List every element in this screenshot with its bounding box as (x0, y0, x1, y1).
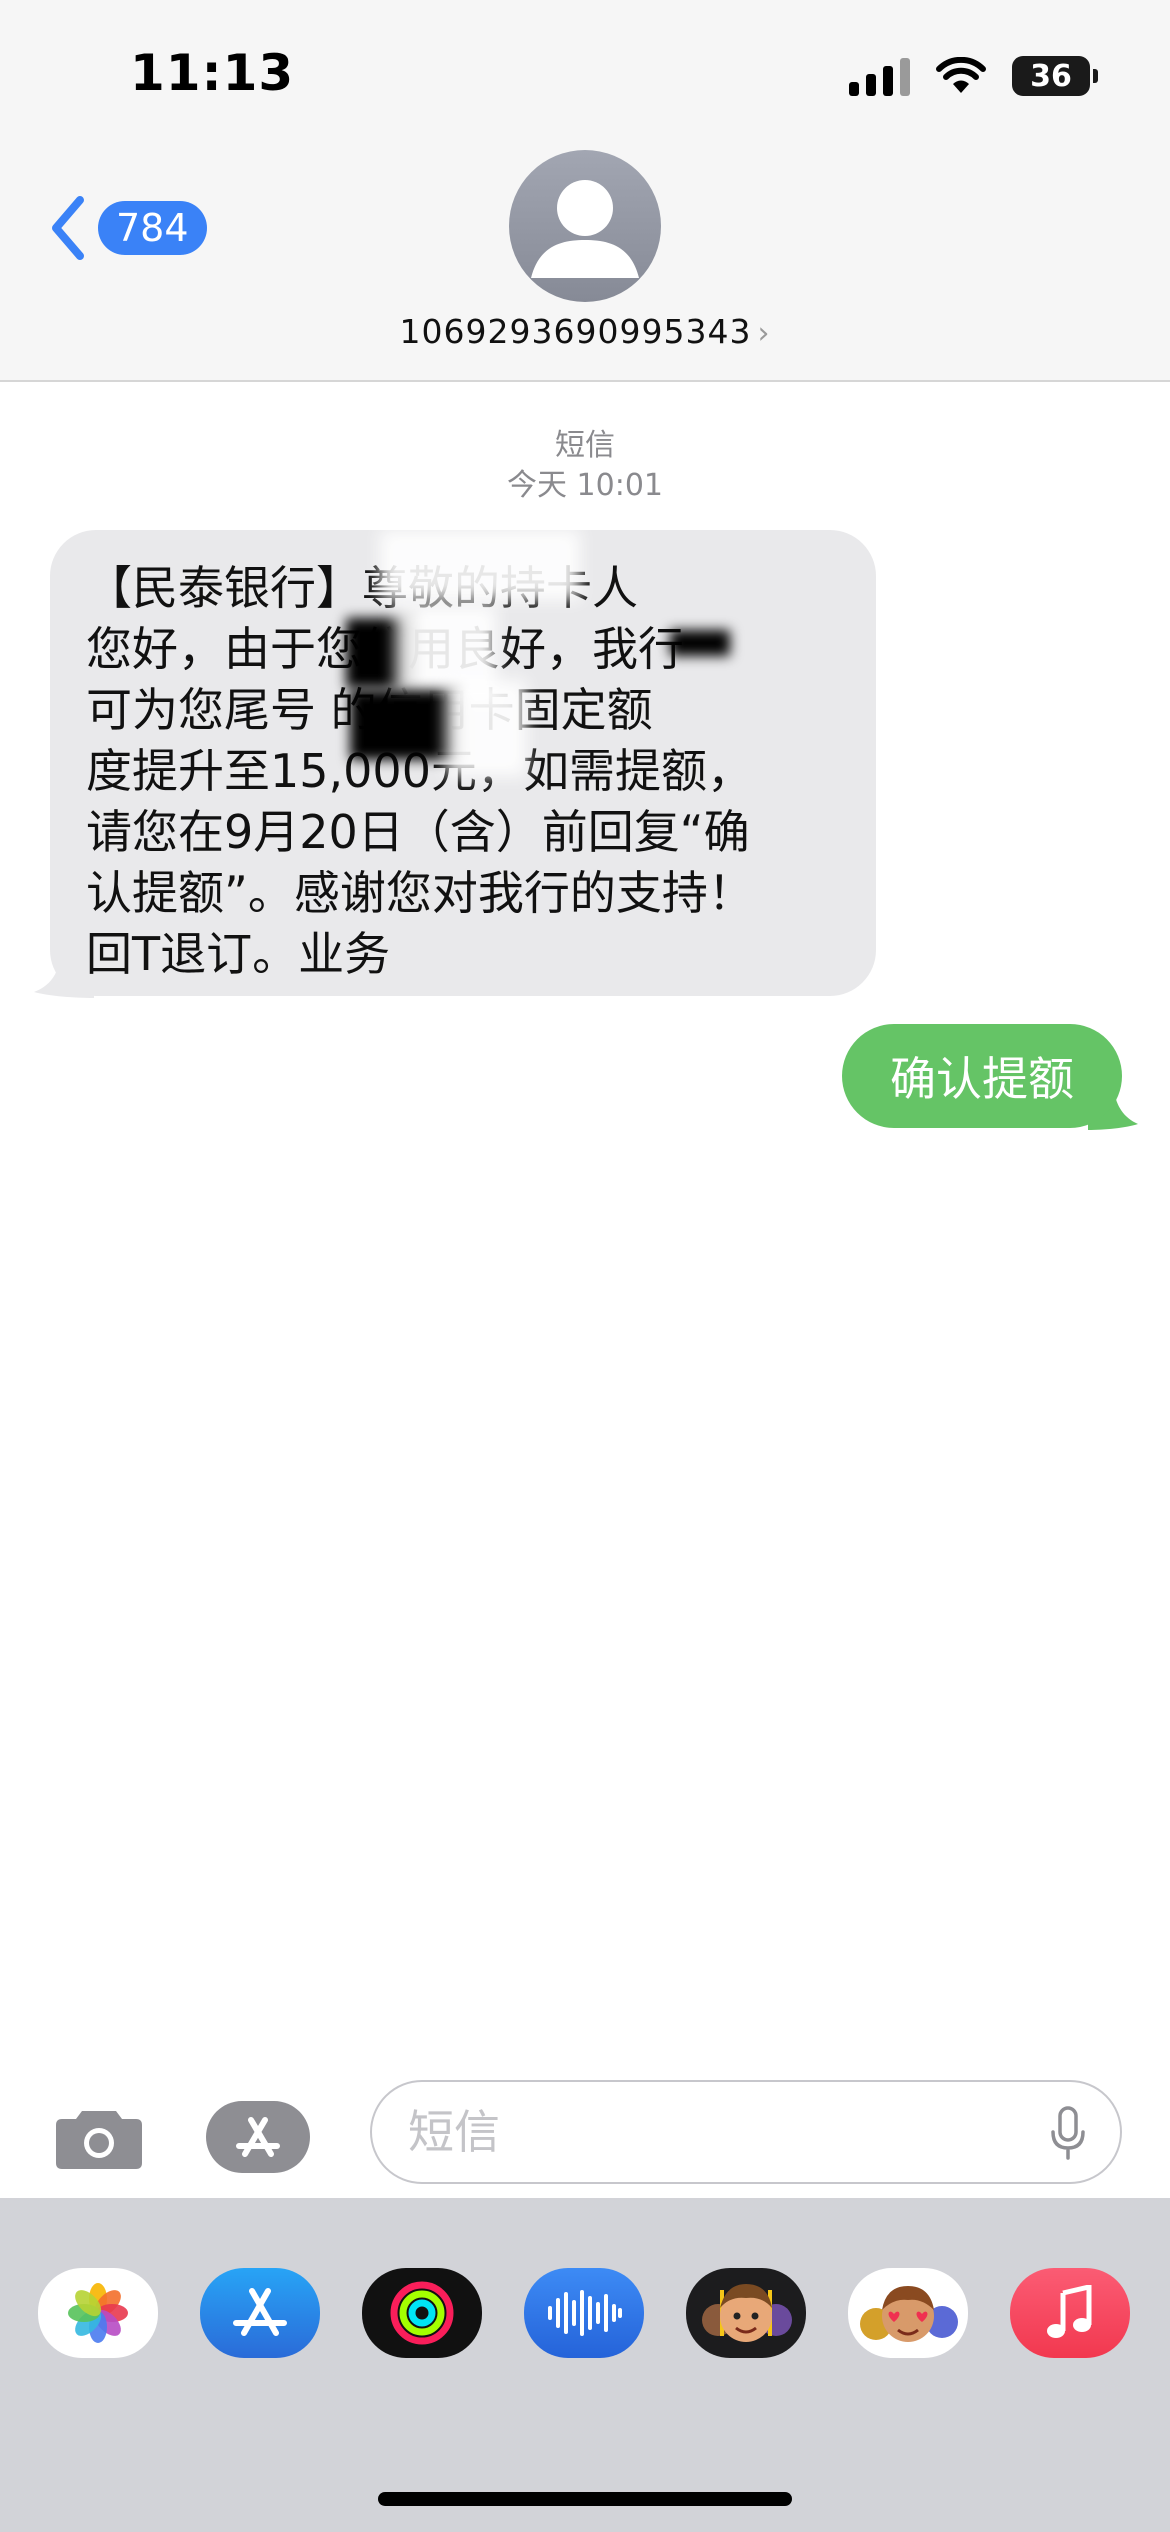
imessage-app-drawer (0, 2198, 1170, 2532)
outgoing-message-bubble[interactable]: 确认提额 (842, 1024, 1122, 1128)
app-store-icon[interactable] (200, 2268, 320, 2358)
audio-message-icon[interactable] (524, 2268, 644, 2358)
unread-count-badge: 784 (98, 201, 207, 255)
contact-name-button[interactable]: 1069293690995343 › (0, 312, 1170, 351)
status-time: 11:13 (130, 44, 295, 102)
app-store-a-icon (233, 2288, 287, 2336)
music-note-icon (1047, 2285, 1092, 2338)
outgoing-message-text: 确认提额 (890, 1052, 1074, 1106)
microphone-icon[interactable] (1050, 2106, 1086, 2162)
wifi-icon (936, 57, 986, 93)
waveform-icon (548, 2290, 622, 2336)
memoji-stickers-icon[interactable] (686, 2268, 806, 2358)
message-timestamp: 今天 10:01 (507, 468, 663, 503)
cellular-signal-icon (849, 56, 910, 96)
back-button[interactable]: 784 (48, 196, 207, 260)
music-icon[interactable] (1010, 2268, 1130, 2358)
photos-flower-icon (68, 2283, 128, 2343)
chevron-right-icon: › (757, 316, 771, 351)
status-indicators: 36 (849, 54, 1098, 98)
memoji-face-icon (702, 2284, 792, 2342)
app-store-button[interactable] (206, 2101, 310, 2173)
photos-icon[interactable] (38, 2268, 158, 2358)
activity-rings-icon (390, 2281, 454, 2345)
battery-level: 36 (1030, 58, 1072, 94)
conversation-header: 11:13 36 784 1069293690995343 › (0, 0, 1170, 382)
home-indicator[interactable] (378, 2492, 792, 2506)
message-line: 回T退订。业务 (86, 927, 391, 981)
redaction-block (670, 630, 730, 656)
redaction-block (350, 690, 460, 760)
message-input-field[interactable] (370, 2080, 1122, 2184)
redaction-fade (380, 530, 580, 600)
contact-avatar[interactable] (509, 150, 661, 302)
app-store-glyph-icon (236, 2117, 280, 2157)
message-line: 认提额”。感谢您对我行的支持！ (86, 866, 754, 920)
camera-icon[interactable] (54, 2105, 144, 2171)
battery-icon: 36 (1012, 56, 1098, 96)
service-label: 短信 (555, 428, 615, 463)
composer-bar (0, 2075, 1170, 2195)
contact-number: 1069293690995343 (399, 312, 752, 351)
incoming-message-bubble[interactable]: 【民泰银行】尊敬的持卡人 您好，由于您信用良好，我行 可为您尾号 的信用卡固定额… (50, 530, 876, 996)
animoji-heart-eyes-icon (860, 2286, 958, 2342)
animoji-icon[interactable] (848, 2268, 968, 2358)
message-input[interactable] (408, 2082, 1008, 2182)
chevron-left-icon (52, 196, 84, 260)
message-line: 请您在9月20日（含）前回复“确 (86, 805, 750, 859)
redaction-fade (446, 680, 526, 776)
fitness-icon[interactable] (362, 2268, 482, 2358)
person-silhouette-icon (531, 180, 639, 278)
